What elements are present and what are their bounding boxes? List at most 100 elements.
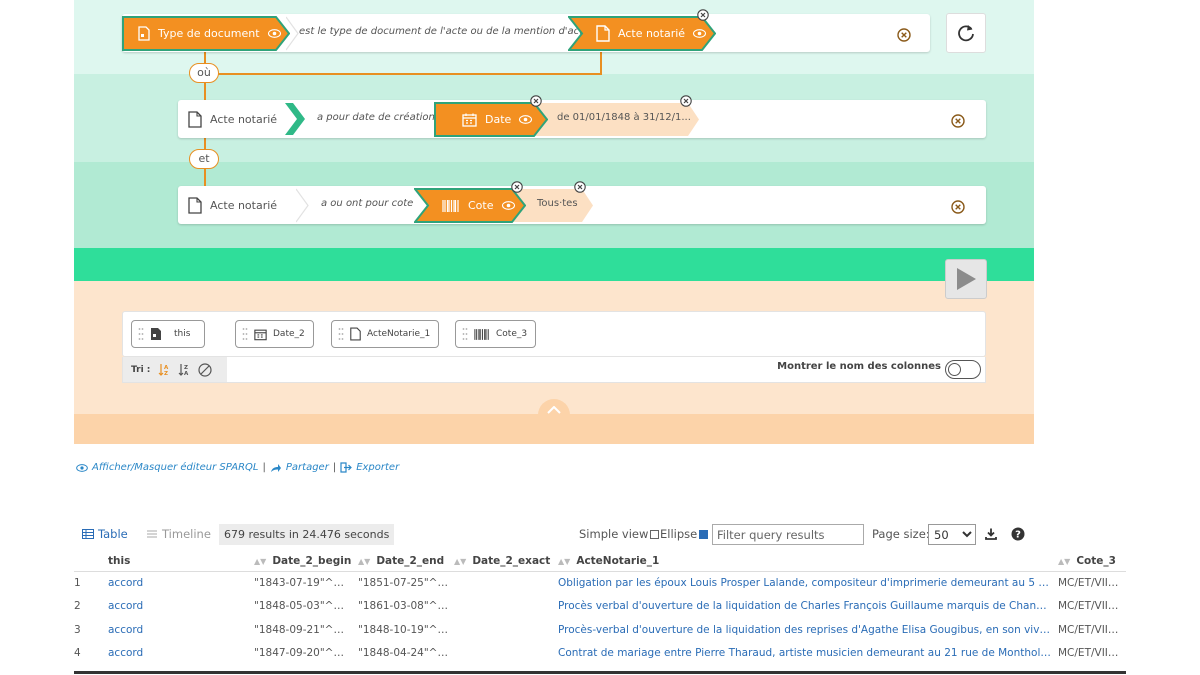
header-acte[interactable]: ▲▼ ActeNotarie_1	[558, 551, 1058, 572]
table-row: 4 accord "1847-09-20"^^<ht... "1848-04-2…	[74, 642, 1126, 666]
tab-table-label: Table	[98, 527, 128, 541]
simple-view-box[interactable]	[650, 529, 660, 539]
tab-timeline[interactable]: Timeline	[146, 527, 211, 541]
remove-row-icon[interactable]	[951, 114, 965, 128]
header-date-end[interactable]: ▲▼ Date_2_end	[358, 551, 454, 572]
column-chip-date[interactable]: Date_2	[235, 320, 314, 348]
tab-table[interactable]: Table	[82, 527, 128, 541]
connector-line	[218, 73, 602, 75]
header-date-begin[interactable]: ▲▼ Date_2_begin	[254, 551, 358, 572]
cell-acte[interactable]: Obligation par les époux Louis Prosper L…	[558, 571, 1058, 595]
show-column-names-toggle[interactable]	[945, 360, 981, 379]
cell-this[interactable]: accord	[108, 595, 254, 619]
page-size-label: Page size:	[872, 527, 930, 541]
share-link-label: Partager	[285, 462, 329, 473]
criteria-row-2: Acte notarié a pour date de création de …	[178, 95, 986, 138]
ellipse-box[interactable]	[699, 529, 709, 539]
simple-view-checkbox[interactable]: Simple view	[579, 527, 660, 541]
remove-value-icon[interactable]	[574, 181, 586, 193]
date-chip[interactable]: Date	[434, 102, 548, 137]
remove-value-icon[interactable]	[511, 181, 523, 193]
reset-button[interactable]	[946, 13, 986, 53]
sort-asc-icon[interactable]: AZ	[158, 363, 170, 376]
document-type-icon	[138, 26, 150, 41]
object-label: Acte notarié	[618, 27, 686, 40]
svg-text:?: ?	[1015, 530, 1021, 541]
eye-icon[interactable]	[693, 29, 707, 38]
toggle-sparql-link[interactable]: Afficher/Masquer éditeur SPARQL	[76, 462, 259, 473]
calendar-icon	[254, 329, 267, 340]
play-query-button[interactable]	[945, 259, 987, 299]
table-bottom-border	[74, 671, 1126, 674]
row-index: 2	[74, 600, 81, 613]
row3-subject[interactable]: Acte notarié	[188, 194, 277, 216]
table-icon	[82, 529, 94, 539]
column-chip-label: ActeNotarie_1	[367, 329, 431, 339]
page-size-select[interactable]: 50	[928, 524, 976, 545]
header-cote[interactable]: ▲▼ Cote_3	[1058, 551, 1126, 572]
cell-cote: MC/ET/VII/...	[1058, 647, 1122, 660]
header-this[interactable]: this	[108, 551, 254, 572]
ellipse-checkbox[interactable]: Ellipse	[660, 527, 709, 541]
table-header-row: this ▲▼ Date_2_begin ▲▼ Date_2_end ▲▼ Date_…	[74, 551, 1126, 572]
help-icon[interactable]: ?	[1011, 527, 1025, 541]
timeline-icon	[147, 530, 157, 538]
column-chip-acte[interactable]: ActeNotarie_1	[331, 320, 440, 348]
predicate-text[interactable]: a ou ont pour cote	[321, 198, 413, 209]
cote-value[interactable]: Tous·tes	[537, 198, 578, 209]
cell-acte[interactable]: Procès verbal d'ouverture de la liquidat…	[558, 595, 1058, 619]
type-document-chip[interactable]: Type de document	[122, 16, 290, 51]
eye-icon[interactable]	[267, 29, 281, 38]
row2-subject[interactable]: Acte notarié	[188, 108, 277, 130]
cell-this[interactable]: accord	[108, 571, 254, 595]
no-sort-icon[interactable]	[198, 362, 213, 377]
cell-date-begin: "1843-07-19"^^<ht...	[254, 577, 358, 589]
acte-notarie-chip[interactable]: Acte notarié	[568, 16, 716, 51]
remove-row-icon[interactable]	[951, 200, 965, 214]
row-index: 4	[74, 647, 81, 660]
header-label: Date_2_begin	[272, 554, 352, 567]
header-date-exact[interactable]: ▲▼ Date_2_exact	[454, 551, 558, 572]
share-link[interactable]: Partager	[270, 462, 329, 473]
document-icon	[350, 327, 361, 341]
share-icon	[270, 463, 281, 472]
and-connector-bubble[interactable]: et	[189, 149, 219, 169]
drag-handle-icon[interactable]	[138, 327, 144, 341]
cell-acte[interactable]: Contrat de mariage entre Pierre Tharaud,…	[558, 642, 1058, 666]
remove-value-icon[interactable]	[530, 95, 542, 107]
drag-handle-icon[interactable]	[338, 327, 344, 341]
column-chip-this[interactable]: this	[131, 320, 206, 348]
remove-value-icon[interactable]	[697, 9, 709, 21]
connector-line	[600, 52, 602, 74]
column-chip-label: Cote_3	[496, 329, 528, 339]
filter-results-input[interactable]	[712, 524, 864, 545]
cell-date-begin: "1848-09-21"^^<ht...	[254, 623, 358, 636]
cell-date-begin: "1848-05-03"^^<ht...	[254, 600, 358, 613]
query-band-4	[74, 248, 1034, 281]
subject-label: Acte notarié	[210, 198, 278, 212]
eye-icon[interactable]	[501, 201, 515, 210]
row-index: 3	[74, 623, 81, 636]
predicate-text[interactable]: est le type de document de l'acte ou de …	[299, 26, 589, 37]
date-range-value[interactable]: de 01/01/1848 à 31/12/1...	[557, 112, 691, 123]
drag-handle-icon[interactable]	[242, 327, 248, 341]
drag-handle-icon[interactable]	[462, 327, 468, 341]
where-connector-bubble[interactable]: où	[189, 63, 219, 83]
results-table: this ▲▼ Date_2_begin ▲▼ Date_2_end ▲▼ Date_…	[74, 551, 1126, 665]
predicate-text[interactable]: a pour date de création	[317, 112, 435, 123]
header-label: Date_2_exact	[472, 554, 551, 567]
download-icon[interactable]	[985, 528, 997, 540]
remove-value-icon[interactable]	[680, 95, 692, 107]
eye-icon[interactable]	[519, 115, 533, 124]
remove-row-icon[interactable]	[897, 28, 911, 42]
cell-this[interactable]: accord	[108, 618, 254, 642]
cell-date-begin: "1847-09-20"^^<ht...	[254, 647, 358, 660]
cell-date-end: "1848-04-24"^^<...	[358, 647, 454, 660]
cell-acte[interactable]: Procès-verbal d'ouverture de la liquidat…	[558, 618, 1058, 642]
export-link[interactable]: Exporter	[340, 462, 399, 473]
sort-arrows-icon: ▲▼	[558, 556, 571, 566]
sort-desc-icon[interactable]: ZA	[178, 363, 190, 376]
column-chip-cote[interactable]: Cote_3	[455, 320, 537, 348]
cell-this[interactable]: accord	[108, 642, 254, 666]
cote-chip[interactable]: Cote	[414, 188, 526, 223]
